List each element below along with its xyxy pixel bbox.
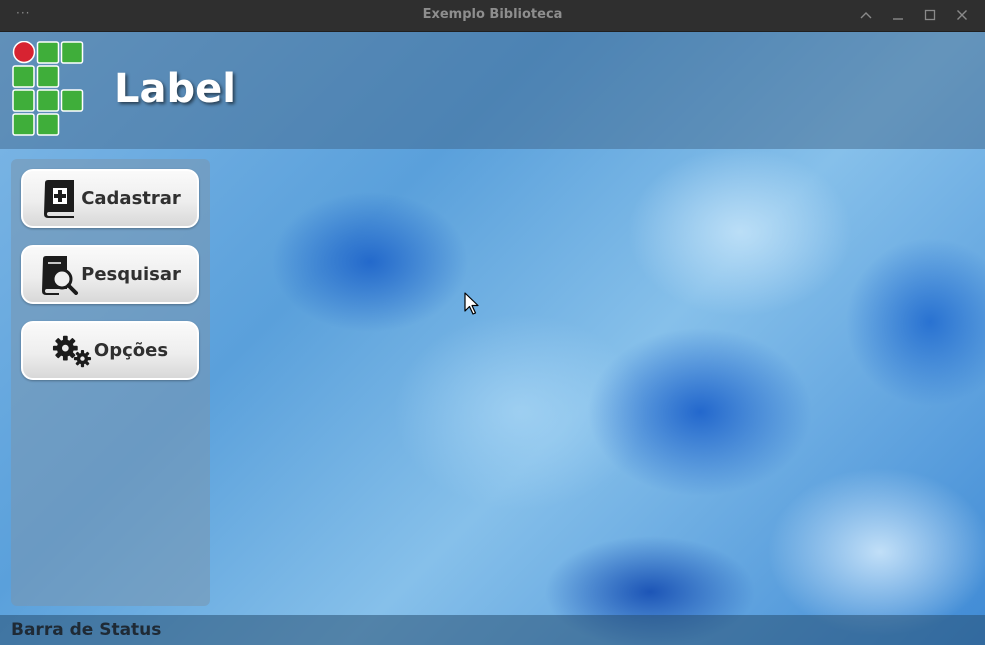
cadastrar-button-label: Cadastrar [81, 188, 181, 209]
minimize-icon[interactable] [887, 4, 909, 26]
sidebar-panel: Cadastrar Pesquisar Opções [11, 159, 210, 606]
opcoes-button[interactable]: Opções [21, 321, 199, 380]
maximize-icon[interactable] [919, 4, 941, 26]
window-title: Exemplo Biblioteca [422, 7, 563, 22]
book-add-icon [39, 179, 79, 219]
book-search-icon [39, 255, 79, 295]
header-banner: Label [0, 32, 985, 149]
chevron-up-icon[interactable] [855, 4, 877, 26]
status-bar: Barra de Status [0, 615, 985, 645]
close-icon[interactable] [951, 4, 973, 26]
cadastrar-button[interactable]: Cadastrar [21, 169, 199, 228]
header-label: Label [114, 66, 236, 112]
main-window-content: Label Cadastrar Pesquisar Opções Barra d… [0, 32, 985, 645]
pesquisar-button-label: Pesquisar [81, 264, 181, 285]
window-titlebar: ··· Exemplo Biblioteca [0, 0, 985, 32]
opcoes-button-label: Opções [93, 340, 169, 361]
pesquisar-button[interactable]: Pesquisar [21, 245, 199, 304]
ifpb-logo-icon [12, 40, 86, 139]
mouse-pointer-icon [464, 292, 480, 320]
gears-icon [52, 331, 92, 371]
status-bar-text: Barra de Status [11, 620, 162, 640]
